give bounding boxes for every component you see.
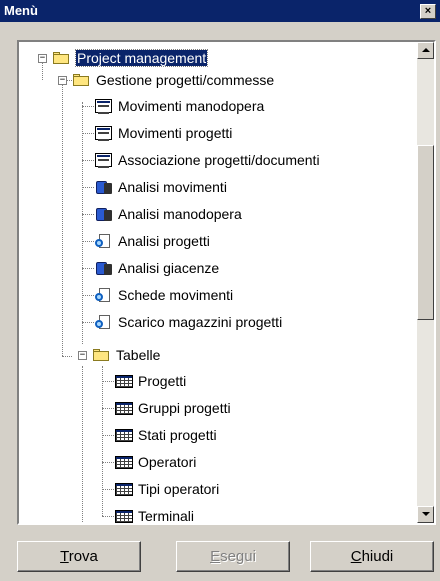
scrollbar-thumb[interactable]: [417, 145, 434, 320]
chiudi-button[interactable]: Chiudi: [310, 541, 434, 572]
tree-node-label: Tabelle: [116, 347, 161, 363]
folder-open-icon: [53, 50, 71, 66]
report-icon: [95, 206, 113, 222]
tree-item-movimenti-progetti[interactable]: Movimenti progetti: [95, 122, 232, 144]
tree-item-analisi-movimenti[interactable]: Analisi movimenti: [95, 176, 227, 198]
collapse-root-toggle[interactable]: −: [38, 54, 47, 63]
tree-item-label: Analisi progetti: [118, 233, 210, 249]
esegui-accel: E: [210, 548, 221, 565]
table-icon: [115, 400, 133, 416]
tree-item-scarico-magazzini[interactable]: Scarico magazzini progetti: [95, 311, 282, 333]
tree-item-analisi-progetti[interactable]: Analisi progetti: [95, 230, 210, 252]
esegui-label-rest: segui: [220, 548, 256, 565]
collapse-gestione-toggle[interactable]: −: [58, 76, 67, 85]
vertical-scrollbar[interactable]: [417, 42, 434, 523]
tree-item-analisi-manodopera[interactable]: Analisi manodopera: [95, 203, 242, 225]
tree-item-label: Movimenti manodopera: [118, 98, 265, 114]
tree-item-label: Analisi movimenti: [118, 179, 227, 195]
table-icon: [115, 427, 133, 443]
scroll-down-button[interactable]: [417, 506, 434, 523]
tree-item-operatori[interactable]: Operatori: [115, 451, 196, 473]
tree-item-analisi-giacenze[interactable]: Analisi giacenze: [95, 257, 219, 279]
esegui-button[interactable]: Esegui: [176, 541, 290, 572]
arrow-up-icon: [422, 48, 430, 52]
chiudi-label-rest: hiudi: [361, 548, 394, 565]
tree-item-label: Progetti: [138, 373, 187, 389]
table-icon: [115, 454, 133, 470]
tree-item-gruppi-progetti[interactable]: Gruppi progetti: [115, 397, 231, 419]
form-icon: [95, 152, 113, 168]
tree-item-progetti[interactable]: Progetti: [115, 370, 186, 392]
tree-item-movimenti-manodopera[interactable]: Movimenti manodopera: [95, 95, 264, 117]
tree-node-tabelle[interactable]: Tabelle: [93, 344, 160, 366]
tree-node-project-management[interactable]: Project management: [53, 47, 209, 69]
scroll-up-button[interactable]: [417, 42, 434, 59]
tree-item-schede-movimenti[interactable]: Schede movimenti: [95, 284, 233, 306]
search-icon: [95, 233, 113, 249]
chiudi-accel: C: [350, 548, 362, 565]
tree-item-label: Schede movimenti: [118, 287, 234, 303]
trova-label-rest: rova: [68, 548, 98, 565]
tree-item-label: Terminali: [138, 508, 195, 523]
table-icon: [115, 481, 133, 497]
menu-tree: − Project management − Gestione progetti…: [19, 42, 417, 523]
collapse-tabelle-toggle[interactable]: −: [78, 351, 87, 360]
form-icon: [95, 125, 113, 141]
report-icon: [95, 260, 113, 276]
table-icon: [115, 373, 133, 389]
trova-accel: T: [60, 548, 69, 565]
arrow-down-icon: [422, 512, 430, 516]
tree-item-label: Scarico magazzini progetti: [118, 314, 283, 330]
tree-node-gestione-progetti[interactable]: Gestione progetti/commesse: [73, 69, 274, 91]
tree-item-label: Analisi manodopera: [118, 206, 242, 222]
form-icon: [95, 98, 113, 114]
folder-open-icon: [73, 72, 91, 88]
window-title: Menù: [4, 3, 38, 18]
tree-item-terminali[interactable]: Terminali: [115, 505, 194, 523]
tree-item-label: Gruppi progetti: [138, 400, 231, 416]
trova-button[interactable]: Trova: [17, 541, 141, 572]
tree-node-label: Project management: [74, 49, 209, 67]
tree-item-associazione-progetti[interactable]: Associazione progetti/documenti: [95, 149, 320, 171]
tree-item-label: Tipi operatori: [138, 481, 220, 497]
tree-item-label: Movimenti progetti: [118, 125, 233, 141]
tree-item-label: Associazione progetti/documenti: [118, 152, 320, 168]
folder-open-icon: [93, 347, 111, 363]
title-bar[interactable]: Menù ×: [0, 0, 440, 22]
tree-item-label: Operatori: [138, 454, 197, 470]
close-icon: ×: [424, 5, 432, 17]
menu-tree-panel: − Project management − Gestione progetti…: [17, 40, 436, 525]
tree-node-label: Gestione progetti/commesse: [96, 72, 275, 88]
search-icon: [95, 287, 113, 303]
search-icon: [95, 314, 113, 330]
table-icon: [115, 508, 133, 523]
tree-item-stati-progetti[interactable]: Stati progetti: [115, 424, 217, 446]
report-icon: [95, 179, 113, 195]
menu-window: Menù × − Project management − Gestione p…: [0, 0, 440, 581]
tree-item-label: Analisi giacenze: [118, 260, 220, 276]
close-button[interactable]: ×: [420, 4, 436, 19]
tree-item-tipi-operatori[interactable]: Tipi operatori: [115, 478, 219, 500]
tree-item-label: Stati progetti: [138, 427, 217, 443]
